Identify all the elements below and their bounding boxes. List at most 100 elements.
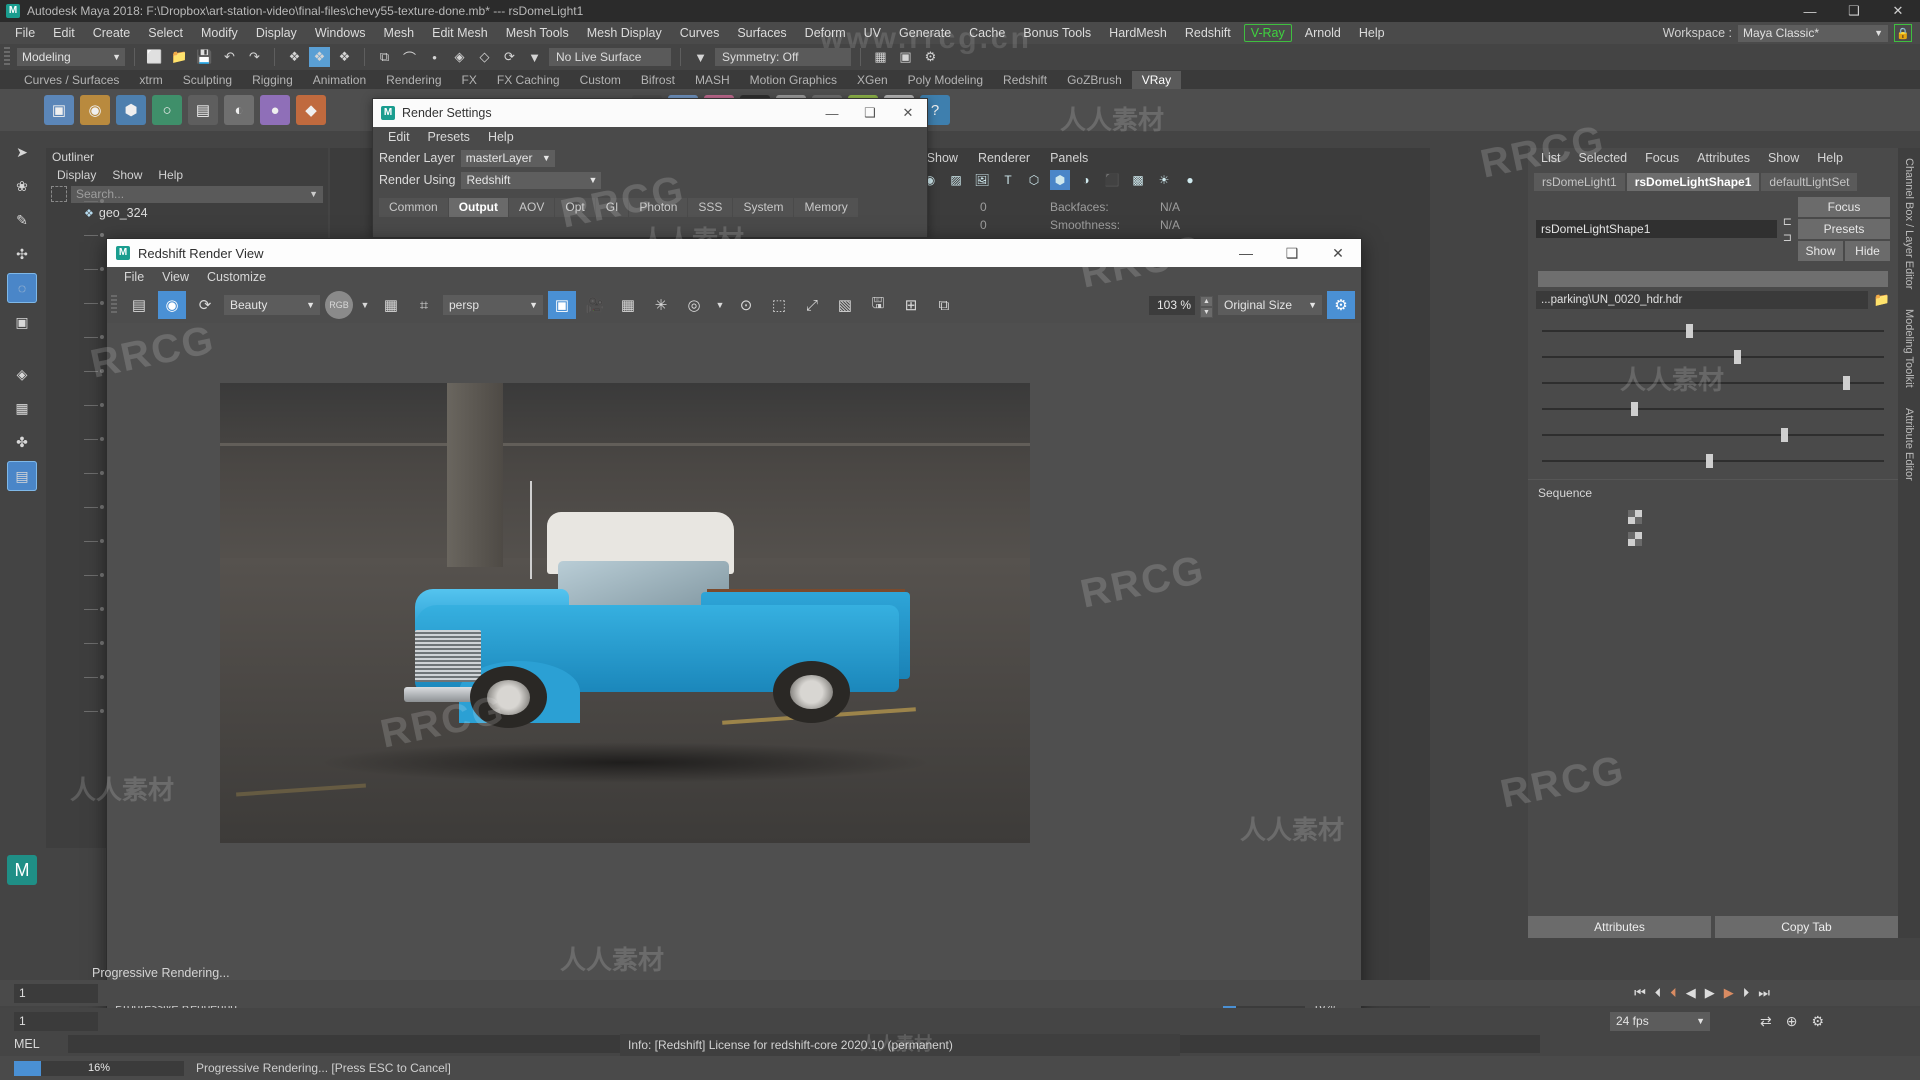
ae-menu-show[interactable]: Show [1759, 151, 1808, 165]
rs-menu-edit[interactable]: Edit [379, 130, 419, 144]
menu-vray[interactable]: V-Ray [1244, 24, 1292, 42]
save-file-icon[interactable]: 💾 [194, 47, 215, 67]
shelf-tab-curves-surfaces[interactable]: Curves / Surfaces [14, 71, 129, 89]
toolbar-gripper[interactable] [4, 47, 10, 67]
alpha-grid-icon[interactable]: ▦ [377, 291, 405, 319]
rrv-titlebar[interactable]: M Redshift Render View — ❑ ✕ [107, 239, 1361, 267]
render-current-frame-icon[interactable]: ▦ [870, 47, 891, 67]
menu-windows[interactable]: Windows [306, 22, 375, 44]
search-input[interactable]: Search... ▼ [71, 186, 323, 203]
menu-generate[interactable]: Generate [890, 22, 960, 44]
step-forward-frame-button[interactable]: ▶ [1724, 985, 1734, 1001]
attribute-slider[interactable] [1542, 375, 1884, 391]
range-start-input[interactable]: 1 [14, 1012, 98, 1031]
vtab-attribute-editor[interactable]: Attribute Editor [1903, 398, 1915, 491]
menu-hardmesh[interactable]: HardMesh [1100, 22, 1176, 44]
attribute-slider[interactable] [1542, 427, 1884, 443]
smooth-shade-icon[interactable]: ⬢ [1050, 170, 1070, 190]
ae-menu-help[interactable]: Help [1808, 151, 1852, 165]
aov-select[interactable]: Beauty ▼ [224, 295, 320, 315]
rrv-menu-view[interactable]: View [153, 270, 198, 284]
paint-select-icon[interactable]: ✎ [7, 205, 37, 235]
shelf-icon-3[interactable]: ○ [152, 95, 182, 125]
show-button[interactable]: Show [1798, 241, 1843, 261]
copy-image-icon[interactable]: ⧉ [930, 291, 958, 319]
scale-tool-icon[interactable]: ▣ [7, 307, 37, 337]
menu-edit[interactable]: Edit [44, 22, 84, 44]
denoise-icon[interactable]: ✳ [647, 291, 675, 319]
undo-icon[interactable]: ↶ [219, 47, 240, 67]
viewport-menu-panels[interactable]: Panels [1041, 151, 1097, 165]
hide-button[interactable]: Hide [1845, 241, 1890, 261]
focus-button[interactable]: Focus [1798, 197, 1890, 217]
attributes-button[interactable]: Attributes [1528, 916, 1711, 938]
play-forwards-button[interactable]: ▶ [1705, 985, 1715, 1001]
outliner-menu-show[interactable]: Show [105, 168, 149, 182]
move-axis-icon[interactable]: ✤ [7, 427, 37, 457]
menu-display[interactable]: Display [247, 22, 306, 44]
compare-icon[interactable]: ▧ [831, 291, 859, 319]
go-to-start-button[interactable]: ⏮ [1634, 985, 1646, 1001]
node-name-input[interactable]: rsDomeLightShape1 [1536, 220, 1777, 238]
shelf-tab-rendering[interactable]: Rendering [376, 71, 451, 89]
fps-select[interactable]: 24 fps ▼ [1610, 1012, 1710, 1031]
redo-icon[interactable]: ↷ [244, 47, 265, 67]
new-file-icon[interactable]: ⬜ [144, 47, 165, 67]
live-surface-field[interactable]: No Live Surface [549, 48, 671, 66]
maximize-button[interactable]: ❑ [1832, 0, 1876, 22]
render-canvas[interactable] [107, 323, 1361, 993]
rrv-menu-file[interactable]: File [115, 270, 153, 284]
animation-preferences-icon[interactable]: ⚙ [1811, 1013, 1824, 1030]
settings-gear-icon[interactable]: ⚙ [1327, 291, 1355, 319]
viewport-menu-renderer[interactable]: Renderer [969, 151, 1039, 165]
camera-select[interactable]: persp ▼ [443, 295, 543, 315]
color-swatch[interactable] [1628, 532, 1642, 546]
attribute-slider[interactable] [1542, 401, 1884, 417]
menu-help[interactable]: Help [1350, 22, 1394, 44]
shelf-icon-7[interactable]: ◆ [296, 95, 326, 125]
select-hierarchy-icon[interactable]: ❖ [284, 47, 305, 67]
shelf-tab-mash[interactable]: MASH [685, 71, 740, 89]
go-to-end-button[interactable]: ⏭ [1758, 985, 1770, 1001]
zoom-down-icon[interactable]: ▼ [1200, 307, 1213, 318]
menu-bonus-tools[interactable]: Bonus Tools [1014, 22, 1100, 44]
select-tool-icon[interactable]: ➤ [7, 137, 37, 167]
wireframe-icon[interactable]: ⬡ [1024, 170, 1044, 190]
grid-icon[interactable]: ▦ [614, 291, 642, 319]
select-object-icon[interactable]: ❖ [309, 47, 330, 67]
shelf-tab-motion-graphics[interactable]: Motion Graphics [740, 71, 847, 89]
lasso-tool-icon[interactable]: ❀ [7, 171, 37, 201]
menu-uv[interactable]: UV [855, 22, 890, 44]
rs-tab-gi[interactable]: GI [596, 198, 629, 217]
ae-menu-focus[interactable]: Focus [1636, 151, 1688, 165]
shelf-tab-poly-modeling[interactable]: Poly Modeling [898, 71, 993, 89]
attribute-slider[interactable] [1542, 323, 1884, 339]
ae-menu-attributes[interactable]: Attributes [1688, 151, 1759, 165]
image-plane-icon[interactable]: 🖼 [972, 170, 992, 190]
close-button[interactable]: ✕ [889, 99, 927, 127]
image-size-select[interactable]: Original Size ▼ [1218, 295, 1322, 315]
select-region-icon[interactable]: ⬚ [765, 291, 793, 319]
refresh-icon[interactable]: ⟳ [191, 291, 219, 319]
chevron-down-icon[interactable]: ▼ [713, 291, 727, 319]
shelf-icon-4[interactable]: ▤ [188, 95, 218, 125]
workspace-select[interactable]: Maya Classic* ▼ [1738, 25, 1888, 42]
menu-mesh[interactable]: Mesh [375, 22, 424, 44]
ipr-render-icon[interactable]: ▣ [895, 47, 916, 67]
menu-surfaces[interactable]: Surfaces [728, 22, 795, 44]
zoom-up-icon[interactable]: ▲ [1200, 296, 1213, 307]
step-forward-key-button[interactable]: ⏵ [1743, 985, 1750, 1001]
attribute-slider[interactable] [1542, 453, 1884, 469]
shelf-tab-sculpting[interactable]: Sculpting [173, 71, 242, 89]
render-using-select[interactable]: Redshift ▼ [461, 172, 601, 189]
maximize-button[interactable]: ❑ [851, 99, 889, 127]
shelf-tab-fx[interactable]: FX [452, 71, 487, 89]
text-icon[interactable]: T [998, 170, 1018, 190]
snap-grid-icon[interactable]: ⧉ [374, 47, 395, 67]
step-back-frame-button[interactable]: ⏴ [1670, 985, 1677, 1001]
ae-tab-rsdomelightshape1[interactable]: rsDomeLightShape1 [1627, 173, 1760, 191]
open-file-icon[interactable]: 📁 [169, 47, 190, 67]
maya-m-icon[interactable]: M [7, 855, 37, 885]
toolbar-gripper[interactable] [111, 295, 117, 315]
add-image-icon[interactable]: ⊞ [897, 291, 925, 319]
